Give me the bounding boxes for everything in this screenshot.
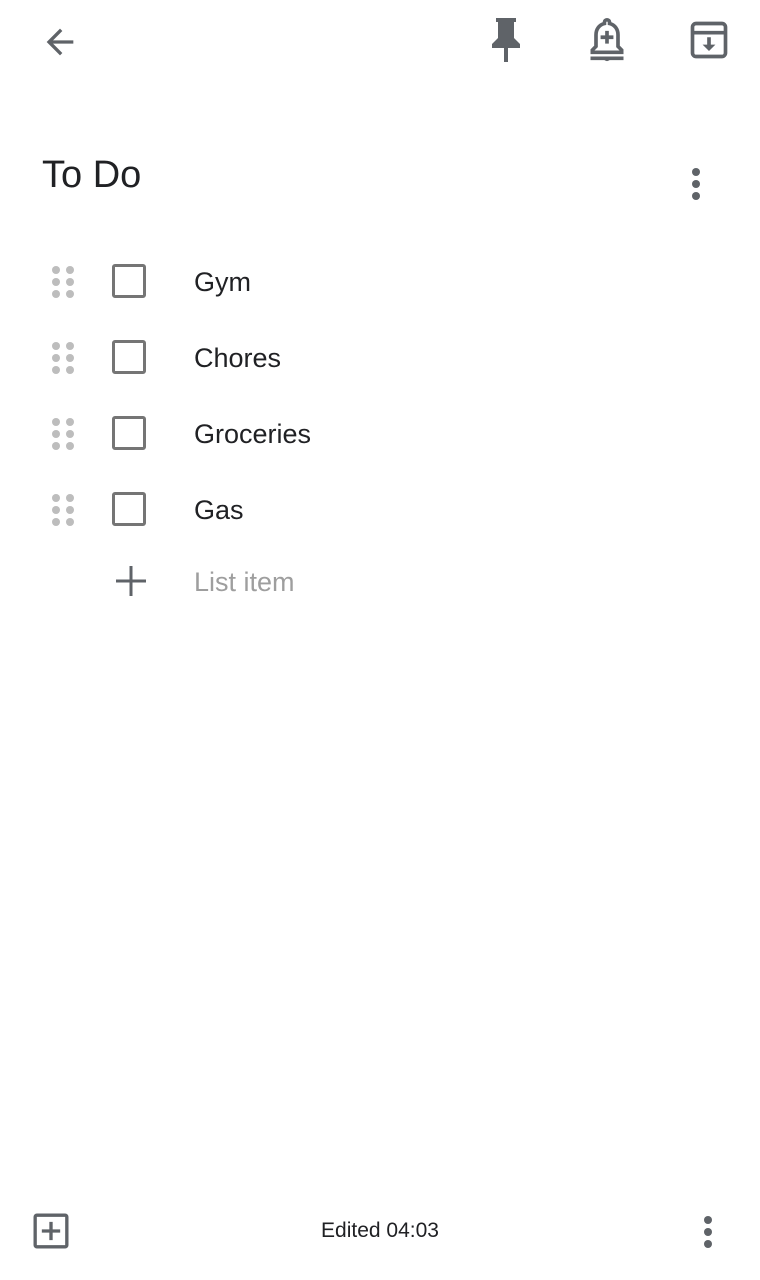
plus-icon <box>116 566 146 596</box>
list-item: Chores <box>0 320 760 396</box>
add-list-item-row[interactable]: List item <box>0 558 760 608</box>
list-item: Gym <box>0 244 760 320</box>
more-vert-icon <box>692 168 700 200</box>
drag-handle-icon[interactable] <box>50 416 76 452</box>
archive-icon <box>690 21 728 59</box>
back-button[interactable] <box>36 18 84 66</box>
item-text[interactable]: Gas <box>194 492 244 528</box>
item-text[interactable]: Chores <box>194 340 281 376</box>
bottom-toolbar: Edited 04:03 <box>0 1190 760 1280</box>
item-checkbox[interactable] <box>112 416 146 450</box>
item-text[interactable]: Groceries <box>194 416 311 452</box>
drag-handle-icon[interactable] <box>50 264 76 300</box>
drag-handle-icon[interactable] <box>50 340 76 376</box>
item-checkbox[interactable] <box>112 264 146 298</box>
list-item: Groceries <box>0 396 760 472</box>
item-checkbox[interactable] <box>112 492 146 526</box>
edited-timestamp: Edited 04:03 <box>321 1219 439 1242</box>
item-checkbox[interactable] <box>112 340 146 374</box>
note-more-options-button[interactable] <box>676 160 716 208</box>
reminder-button[interactable] <box>582 14 632 66</box>
list-item: Gas <box>0 472 760 548</box>
item-text[interactable]: Gym <box>194 264 251 300</box>
more-vert-icon <box>704 1216 712 1248</box>
add-alert-icon <box>590 17 624 62</box>
bottom-more-options-button[interactable] <box>688 1208 728 1256</box>
note-title[interactable]: To Do <box>42 150 141 200</box>
pin-button[interactable] <box>482 14 530 66</box>
drag-handle-icon[interactable] <box>50 492 76 528</box>
top-toolbar <box>0 0 760 90</box>
list-item-placeholder[interactable]: List item <box>194 564 295 600</box>
pin-icon <box>492 18 520 62</box>
archive-button[interactable] <box>684 14 734 66</box>
arrow-back-icon <box>46 28 74 56</box>
